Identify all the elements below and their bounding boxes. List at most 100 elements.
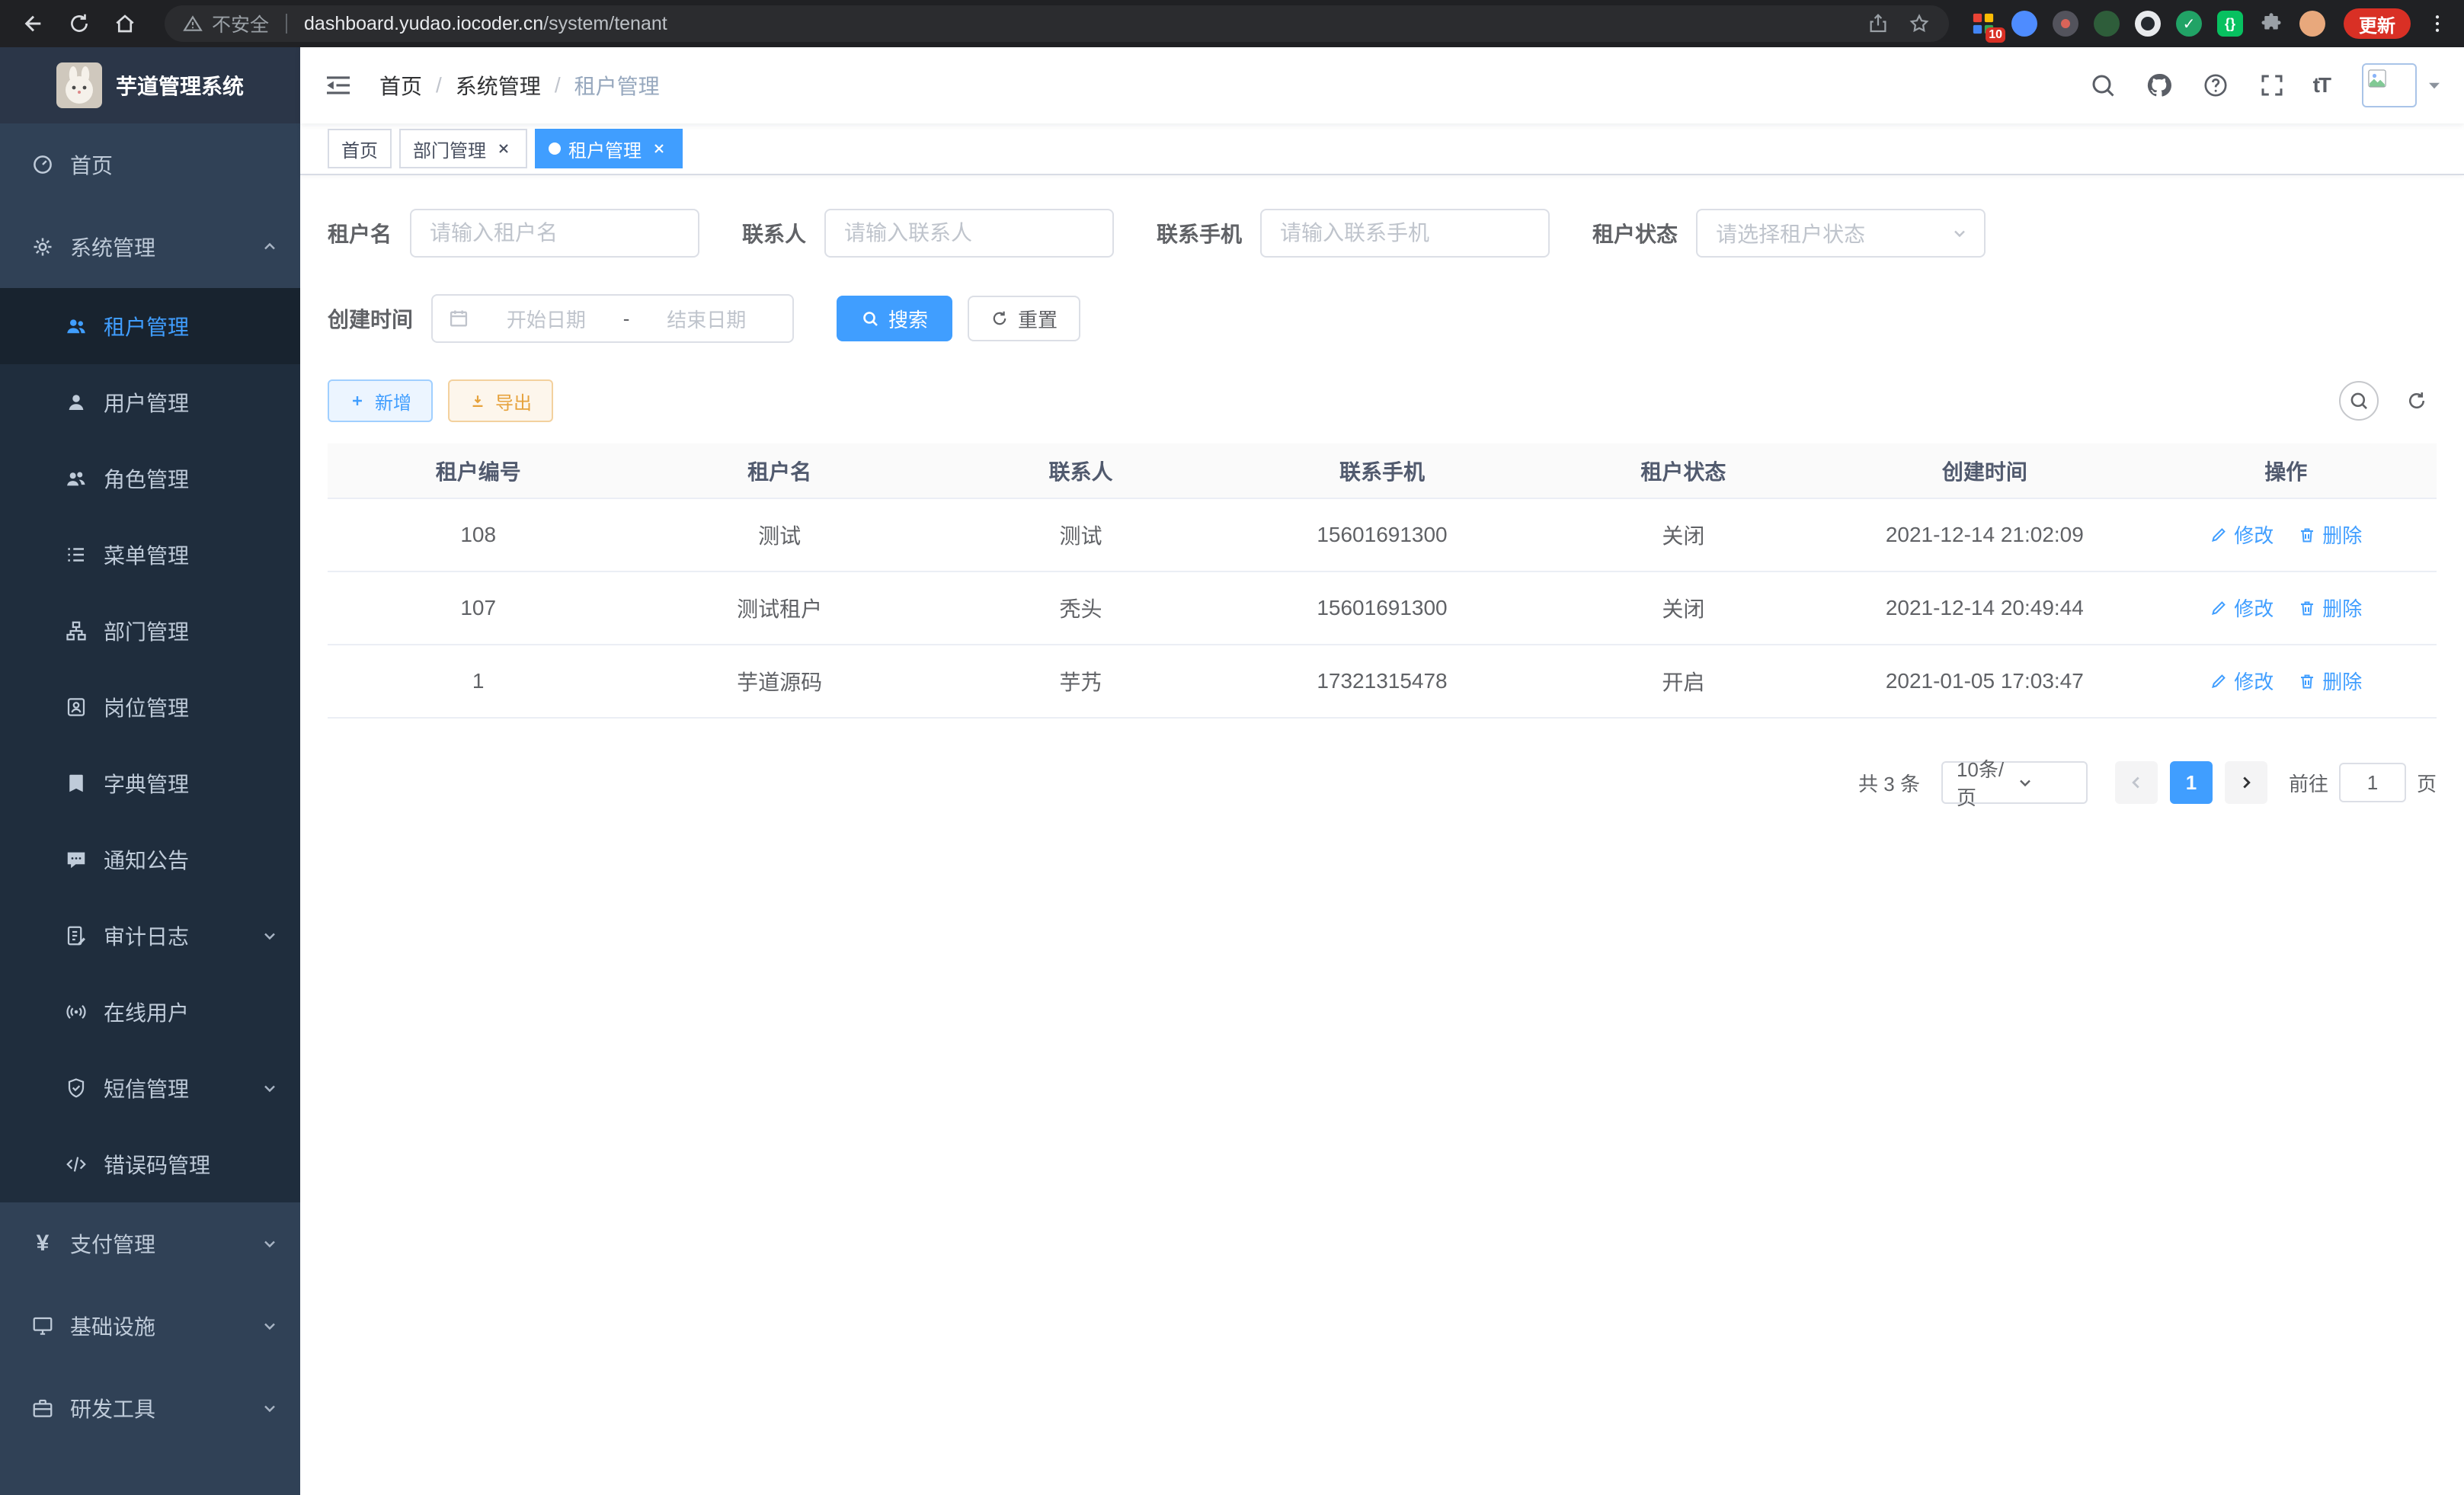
edit-icon	[2210, 599, 2228, 617]
darkgreen-extension-icon[interactable]	[2094, 11, 2120, 37]
address-bar[interactable]: 不安全 dashboard.yudao.iocoder.cn/system/te…	[165, 5, 1949, 42]
prev-page-button[interactable]	[2115, 761, 2158, 804]
sidebar-item-user[interactable]: 用户管理	[0, 364, 300, 440]
edit-button[interactable]: 修改	[2210, 594, 2274, 622]
goto-page-input[interactable]	[2339, 763, 2406, 802]
edit-button[interactable]: 修改	[2210, 520, 2274, 549]
fullscreen-icon[interactable]	[2257, 70, 2287, 101]
tab-dept[interactable]: 部门管理	[399, 129, 527, 168]
reload-icon[interactable]	[61, 5, 98, 42]
sidebar-toggle-icon[interactable]	[300, 47, 376, 123]
sidebar-item-system[interactable]: 系统管理	[0, 206, 300, 288]
page-jumper: 前往 页	[2289, 763, 2437, 802]
dashboard-icon	[30, 152, 55, 177]
chevron-down-icon	[261, 1234, 279, 1253]
delete-button[interactable]: 删除	[2298, 520, 2362, 549]
green-extension-icon[interactable]: ✓	[2176, 11, 2202, 37]
edit-button[interactable]: 修改	[2210, 667, 2274, 695]
cell-actions: 修改删除	[2136, 645, 2437, 718]
close-icon[interactable]	[649, 139, 669, 158]
announcement-icon	[64, 847, 88, 872]
url-text: dashboard.yudao.iocoder.cn/system/tenant	[304, 13, 667, 35]
breadcrumb-home[interactable]: 首页	[379, 70, 422, 101]
search-icon[interactable]	[2088, 70, 2118, 101]
cell-phone: 17321315478	[1231, 645, 1532, 718]
security-label: 不安全	[212, 10, 269, 37]
next-page-button[interactable]	[2225, 761, 2267, 804]
cell-status: 开启	[1533, 645, 1834, 718]
sidebar-item-devtools[interactable]: 研发工具	[0, 1367, 300, 1449]
export-button[interactable]: 导出	[448, 379, 553, 422]
profile-avatar[interactable]	[2299, 11, 2325, 37]
sidebar-item-role[interactable]: 角色管理	[0, 440, 300, 517]
chevron-right-icon	[2236, 773, 2256, 792]
sidebar-item-post[interactable]: 岗位管理	[0, 669, 300, 745]
puzzle-icon[interactable]	[2258, 11, 2284, 37]
reset-button[interactable]: 重置	[968, 296, 1080, 341]
status-label: 租户状态	[1592, 218, 1678, 248]
calendar-icon	[448, 308, 469, 329]
cell-tenant-id: 1	[328, 645, 629, 718]
wechat-extension-icon[interactable]: {}	[2217, 11, 2243, 37]
delete-button[interactable]: 删除	[2298, 594, 2362, 622]
browser-menu-icon[interactable]	[2426, 12, 2449, 35]
tenant-table: 租户编号 租户名 联系人 联系手机 租户状态 创建时间 操作 108 测试	[328, 443, 2437, 719]
column-header: 操作	[2136, 443, 2437, 498]
sidebar-item-dept[interactable]: 部门管理	[0, 593, 300, 669]
column-header: 租户名	[629, 443, 930, 498]
help-icon[interactable]	[2200, 70, 2231, 101]
tab-home[interactable]: 首页	[328, 129, 392, 168]
sidebar-item-home[interactable]: 首页	[0, 123, 300, 206]
column-header: 联系人	[930, 443, 1231, 498]
breadcrumb-system[interactable]: 系统管理	[456, 70, 541, 101]
user-avatar[interactable]	[2362, 63, 2443, 107]
font-size-icon[interactable]: tT	[2313, 73, 2330, 98]
home-browser-icon[interactable]	[107, 5, 143, 42]
sidebar-item-menu[interactable]: 菜单管理	[0, 517, 300, 593]
chevron-down-icon	[261, 1317, 279, 1335]
sidebar-item-dict[interactable]: 字典管理	[0, 745, 300, 821]
github-extension-icon[interactable]	[2135, 11, 2161, 37]
sidebar-item-notice[interactable]: 通知公告	[0, 821, 300, 898]
grid-extension-icon[interactable]: 10	[1970, 11, 1996, 37]
delete-button[interactable]: 删除	[2298, 667, 2362, 695]
page-size-select[interactable]: 10条/页	[1941, 761, 2088, 804]
blue-extension-icon[interactable]	[2011, 11, 2037, 37]
sidebar-item-sms[interactable]: 短信管理	[0, 1050, 300, 1126]
org-tree-icon	[64, 619, 88, 643]
contact-input[interactable]	[824, 209, 1114, 258]
tab-tenant[interactable]: 租户管理	[535, 129, 683, 168]
toggle-search-button[interactable]	[2339, 381, 2379, 421]
tenant-name-input[interactable]	[410, 209, 699, 258]
github-icon[interactable]	[2144, 70, 2174, 101]
phone-input[interactable]	[1260, 209, 1550, 258]
cell-tenant-name: 芋道源码	[629, 645, 930, 718]
app-logo[interactable]: 芋道管理系统	[0, 47, 300, 123]
share-icon[interactable]	[1867, 12, 1890, 35]
status-select[interactable]: 请选择租户状态	[1696, 209, 1986, 258]
page-number-1[interactable]: 1	[2170, 761, 2213, 804]
close-icon[interactable]	[494, 139, 514, 158]
add-button[interactable]: 新增	[328, 379, 433, 422]
bookmark-star-icon[interactable]	[1908, 12, 1931, 35]
pagination: 共 3 条 10条/页 1 前往 页	[328, 761, 2437, 804]
browser-update-button[interactable]: 更新	[2344, 8, 2411, 39]
column-header: 联系手机	[1231, 443, 1532, 498]
refresh-table-button[interactable]	[2397, 381, 2437, 421]
sidebar-item-online-users[interactable]: 在线用户	[0, 974, 300, 1050]
dark-extension-icon[interactable]	[2053, 11, 2078, 37]
sidebar-item-error-code[interactable]: 错误码管理	[0, 1126, 300, 1202]
sidebar-item-payment[interactable]: ¥ 支付管理	[0, 1202, 300, 1285]
back-icon[interactable]	[15, 5, 52, 42]
chevron-up-icon	[261, 238, 279, 256]
sidebar-item-infra[interactable]: 基础设施	[0, 1285, 300, 1367]
sidebar-item-audit-log[interactable]: 审计日志	[0, 898, 300, 974]
cell-created: 2021-12-14 21:02:09	[1834, 498, 2135, 571]
filter-status: 租户状态 请选择租户状态	[1592, 209, 1986, 258]
date-range-picker[interactable]: 开始日期 - 结束日期	[431, 294, 794, 343]
search-icon	[861, 309, 879, 328]
search-button[interactable]: 搜索	[837, 296, 952, 341]
gear-icon	[30, 235, 55, 259]
sidebar-item-tenant[interactable]: 租户管理	[0, 288, 300, 364]
tags-view: 首页 部门管理 租户管理	[300, 123, 2464, 175]
